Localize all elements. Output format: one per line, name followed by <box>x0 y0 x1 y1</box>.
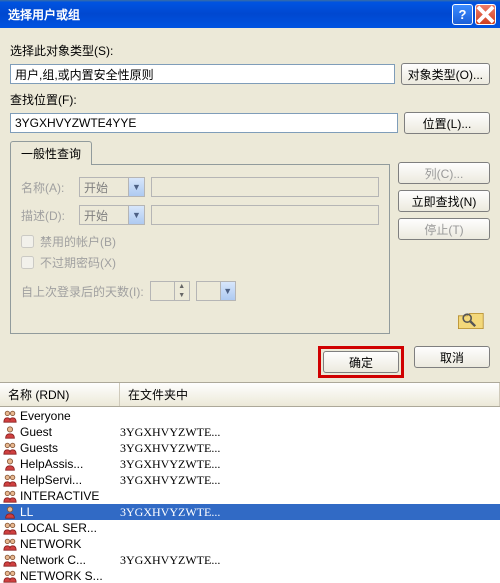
name-combo[interactable]: 开始▼ <box>79 177 145 197</box>
days-spinner[interactable]: ▲▼ <box>150 281 190 301</box>
row-name: HelpServi... <box>20 473 120 487</box>
noexpire-label: 不过期密码(X) <box>40 254 116 271</box>
group-icon <box>2 520 18 536</box>
days-label: 自上次登录后的天数(I): <box>21 283 144 300</box>
row-name: Everyone <box>20 409 120 423</box>
row-name: Guest <box>20 425 120 439</box>
titlebar: 选择用户或组 ? <box>0 0 500 28</box>
list-item[interactable]: Guest3YGXHVYZWTE... <box>0 424 500 440</box>
window-title: 选择用户或组 <box>8 6 450 23</box>
row-folder: 3YGXHVYZWTE... <box>120 473 500 488</box>
row-name: LL <box>20 505 120 519</box>
list-item[interactable]: NETWORK <box>0 536 500 552</box>
disabled-accounts-checkbox[interactable] <box>21 235 34 248</box>
column-name[interactable]: 名称 (RDN) <box>0 383 120 406</box>
list-item[interactable]: Guests3YGXHVYZWTE... <box>0 440 500 456</box>
query-tab-area: 一般性查询 名称(A): 开始▼ 描述(D): 开始▼ 禁用的帐户(B) <box>10 140 390 334</box>
list-item[interactable]: INTERACTIVE <box>0 488 500 504</box>
noexpire-checkbox[interactable] <box>21 256 34 269</box>
name-input[interactable] <box>151 177 379 197</box>
dialog-buttons: 确定 取消 <box>0 338 500 382</box>
disabled-accounts-label: 禁用的帐户(B) <box>40 233 116 250</box>
desc-label: 描述(D): <box>21 207 73 224</box>
search-folder-icon <box>454 304 490 334</box>
object-type-input[interactable] <box>10 64 395 84</box>
dialog-content: 选择此对象类型(S): 对象类型(O)... 查找位置(F): 位置(L)...… <box>0 28 500 338</box>
location-label: 查找位置(F): <box>10 91 490 108</box>
group-icon <box>2 408 18 424</box>
location-button[interactable]: 位置(L)... <box>404 112 490 134</box>
ok-button[interactable]: 确定 <box>323 351 399 373</box>
row-name: LOCAL SER... <box>20 521 120 535</box>
user-icon <box>2 424 18 440</box>
help-button[interactable]: ? <box>452 4 473 25</box>
desc-input[interactable] <box>151 205 379 225</box>
tab-general-query[interactable]: 一般性查询 <box>10 141 92 165</box>
desc-combo[interactable]: 开始▼ <box>79 205 145 225</box>
user-icon <box>2 504 18 520</box>
row-name: HelpAssis... <box>20 457 120 471</box>
group-icon <box>2 568 18 583</box>
object-type-button[interactable]: 对象类型(O)... <box>401 63 490 85</box>
results-list[interactable]: EveryoneGuest3YGXHVYZWTE...Guests3YGXHVY… <box>0 407 500 583</box>
name-label: 名称(A): <box>21 179 73 196</box>
results-header: 名称 (RDN) 在文件夹中 <box>0 382 500 407</box>
column-folder[interactable]: 在文件夹中 <box>120 383 500 406</box>
row-name: Network C... <box>20 553 120 567</box>
list-item[interactable]: HelpAssis...3YGXHVYZWTE... <box>0 456 500 472</box>
right-button-column: 列(C)... 立即查找(N) 停止(T) <box>398 140 490 334</box>
row-folder: 3YGXHVYZWTE... <box>120 425 500 440</box>
list-item[interactable]: LL3YGXHVYZWTE... <box>0 504 500 520</box>
stop-button[interactable]: 停止(T) <box>398 218 490 240</box>
list-item[interactable]: Everyone <box>0 408 500 424</box>
location-input[interactable] <box>10 113 398 133</box>
cancel-button[interactable]: 取消 <box>414 346 490 368</box>
row-name: Guests <box>20 441 120 455</box>
row-name: INTERACTIVE <box>20 489 120 503</box>
group-icon <box>2 536 18 552</box>
object-type-label: 选择此对象类型(S): <box>10 42 490 59</box>
chevron-down-icon: ▼ <box>128 178 144 196</box>
group-icon <box>2 440 18 456</box>
columns-button[interactable]: 列(C)... <box>398 162 490 184</box>
group-icon <box>2 488 18 504</box>
days-combo[interactable]: ▼ <box>196 281 236 301</box>
find-now-button[interactable]: 立即查找(N) <box>398 190 490 212</box>
ok-highlight: 确定 <box>318 346 404 378</box>
query-panel: 名称(A): 开始▼ 描述(D): 开始▼ 禁用的帐户(B) 不过期密码(X) <box>10 164 390 334</box>
list-item[interactable]: HelpServi...3YGXHVYZWTE... <box>0 472 500 488</box>
chevron-down-icon: ▼ <box>128 206 144 224</box>
row-name: NETWORK <box>20 537 120 551</box>
row-name: NETWORK S... <box>20 569 120 583</box>
row-folder: 3YGXHVYZWTE... <box>120 505 500 520</box>
group-icon <box>2 472 18 488</box>
row-folder: 3YGXHVYZWTE... <box>120 553 500 568</box>
row-folder: 3YGXHVYZWTE... <box>120 457 500 472</box>
user-icon <box>2 456 18 472</box>
list-item[interactable]: LOCAL SER... <box>0 520 500 536</box>
row-folder: 3YGXHVYZWTE... <box>120 441 500 456</box>
chevron-down-icon: ▼ <box>220 282 235 300</box>
close-button[interactable] <box>475 4 496 25</box>
list-item[interactable]: NETWORK S... <box>0 568 500 583</box>
